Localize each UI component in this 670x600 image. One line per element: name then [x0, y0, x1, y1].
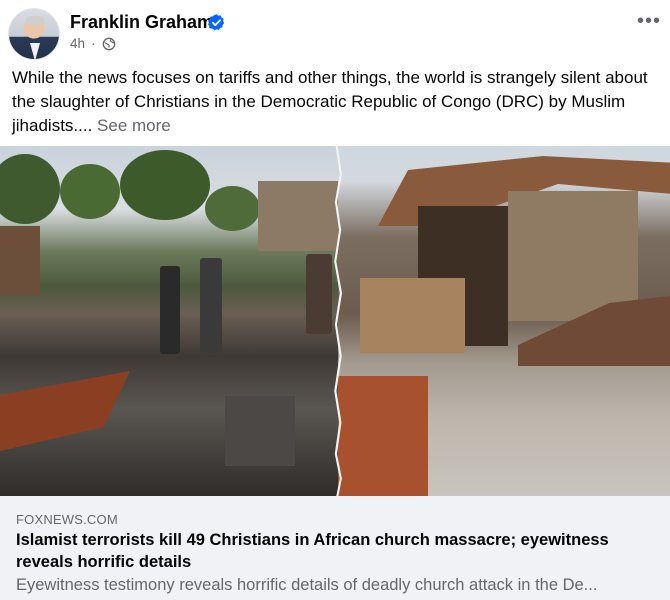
see-more-link[interactable]: See more: [97, 116, 171, 135]
photo-tree: [205, 186, 260, 231]
meta-separator: ·: [91, 36, 96, 51]
avatar-shirt: [30, 43, 40, 59]
photo-right-destroyed-church: [338, 146, 670, 496]
author-avatar[interactable]: [8, 8, 60, 60]
photo-ruined-building: [258, 181, 338, 251]
link-source: FOXNEWS.COM: [16, 512, 118, 527]
photo-rubble: [225, 396, 295, 466]
avatar-hair: [25, 16, 45, 25]
post-time[interactable]: 4h: [70, 36, 85, 51]
post-meta: 4h ·: [70, 36, 116, 51]
post-header: Franklin Graham 4h · •••: [0, 0, 670, 60]
photo-ruined-building: [0, 226, 40, 296]
more-options-icon[interactable]: •••: [637, 10, 661, 33]
photo-tree: [60, 164, 120, 219]
post-photo[interactable]: [0, 146, 670, 496]
photo-person: [306, 254, 332, 334]
post-text: While the news focuses on tariffs and ot…: [12, 66, 662, 138]
photo-person: [200, 258, 222, 353]
link-preview-card[interactable]: FOXNEWS.COM Islamist terrorists kill 49 …: [0, 496, 670, 600]
photo-wall: [508, 191, 638, 321]
photo-tree: [120, 150, 210, 220]
verified-badge-icon: [208, 14, 225, 31]
photo-left-burned-village: [0, 146, 345, 496]
photo-metal-sheet: [338, 376, 428, 496]
photo-wooden-fence: [360, 278, 465, 353]
link-description: Eyewitness testimony reveals horrific de…: [16, 576, 598, 594]
photo-metal-sheet: [0, 371, 130, 451]
link-headline[interactable]: Islamist terrorists kill 49 Christians i…: [16, 529, 656, 573]
author-name[interactable]: Franklin Graham: [70, 12, 213, 33]
photo-person: [160, 266, 180, 354]
globe-icon: [102, 37, 115, 50]
photo-tree: [0, 154, 60, 224]
